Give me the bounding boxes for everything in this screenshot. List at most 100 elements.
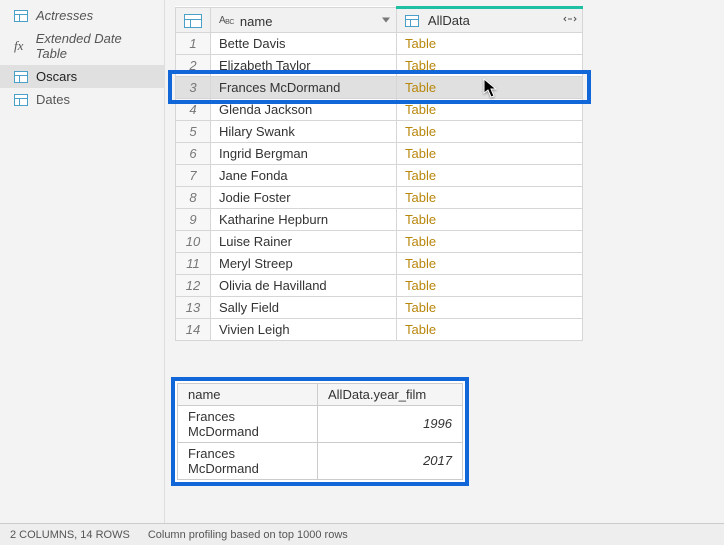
row-index[interactable]: 1 [176,32,211,54]
table-link[interactable]: Table [405,146,436,161]
table-row[interactable]: 8Jodie Foster Table [176,186,583,208]
query-item-actresses[interactable]: Actresses [0,4,164,27]
chevron-down-icon[interactable] [382,17,390,22]
cell-alldata[interactable]: Table [397,120,583,142]
table-row[interactable]: 6Ingrid Bergman Table [176,142,583,164]
cell-alldata[interactable]: Table [397,186,583,208]
row-index[interactable]: 11 [176,252,211,274]
preview-row[interactable]: Frances McDormand2017 [178,442,463,479]
table-row[interactable]: 1Bette Davis Table [176,32,583,54]
table-row[interactable]: 10Luise Rainer Table [176,230,583,252]
table-link[interactable]: Table [405,168,436,183]
table-icon [14,10,28,22]
cell-name[interactable]: Bette Davis [211,32,397,54]
row-index[interactable]: 8 [176,186,211,208]
cell-alldata[interactable]: Table [397,76,583,98]
row-index[interactable]: 10 [176,230,211,252]
cell-name[interactable]: Olivia de Havilland [211,274,397,296]
row-index[interactable]: 13 [176,296,211,318]
table-icon [405,15,419,27]
table-link[interactable]: Table [405,190,436,205]
cell-name[interactable]: Vivien Leigh [211,318,397,340]
text-type-icon [219,16,234,26]
cell-name[interactable]: Katharine Hepburn [211,208,397,230]
query-label: Extended Date Table [36,31,154,61]
preview-table[interactable]: name AllData.year_film Frances McDormand… [177,383,463,480]
table-link[interactable]: Table [405,58,436,73]
cell-alldata[interactable]: Table [397,164,583,186]
table-link[interactable]: Table [405,300,436,315]
query-item-oscars[interactable]: Oscars [0,65,164,88]
cell-alldata[interactable]: Table [397,318,583,340]
table-row[interactable]: 2Elizabeth Taylor Table [176,54,583,76]
cell-name[interactable]: Jane Fonda [211,164,397,186]
column-header-name[interactable]: name [211,8,397,33]
table-link[interactable]: Table [405,102,436,117]
query-label: Actresses [36,8,93,23]
table-link[interactable]: Table [405,212,436,227]
status-bar: 2 COLUMNS, 14 ROWS Column profiling base… [0,523,724,545]
row-index[interactable]: 4 [176,98,211,120]
table-icon [14,94,28,106]
table-link[interactable]: Table [405,322,436,337]
column-header-alldata[interactable]: AllData [397,8,583,33]
table-link[interactable]: Table [405,234,436,249]
table-row[interactable]: 11Meryl Streep Table [176,252,583,274]
preview-cell-name[interactable]: Frances McDormand [178,405,318,442]
main-area: name AllData 1Bette DavisTable2Elizabeth… [165,0,724,523]
row-index[interactable]: 12 [176,274,211,296]
cell-alldata[interactable]: Table [397,32,583,54]
cell-alldata[interactable]: Table [397,54,583,76]
cell-name[interactable]: Glenda Jackson [211,98,397,120]
cell-name[interactable]: Sally Field [211,296,397,318]
fx-icon: fx [14,38,28,54]
row-index[interactable]: 6 [176,142,211,164]
cell-name[interactable]: Luise Rainer [211,230,397,252]
cell-alldata[interactable]: Table [397,252,583,274]
data-grid[interactable]: name AllData 1Bette DavisTable2Elizabeth… [175,6,583,341]
table-link[interactable]: Table [405,256,436,271]
table-link[interactable]: Table [405,124,436,139]
preview-row[interactable]: Frances McDormand1996 [178,405,463,442]
cell-name[interactable]: Ingrid Bergman [211,142,397,164]
cell-alldata[interactable]: Table [397,230,583,252]
cell-name[interactable]: Meryl Streep [211,252,397,274]
query-item-dates[interactable]: Dates [0,88,164,111]
table-link[interactable]: Table [405,80,436,95]
table-row[interactable]: 12Olivia de Havilland Table [176,274,583,296]
row-index[interactable]: 9 [176,208,211,230]
cell-alldata[interactable]: Table [397,98,583,120]
preview-header-name[interactable]: name [178,383,318,405]
preview-cell-name[interactable]: Frances McDormand [178,442,318,479]
query-item-extended-date-table[interactable]: fx Extended Date Table [0,27,164,65]
cell-alldata[interactable]: Table [397,296,583,318]
row-index[interactable]: 5 [176,120,211,142]
table-row[interactable]: 14Vivien Leigh Table [176,318,583,340]
grid-corner[interactable] [176,8,211,33]
row-index[interactable]: 2 [176,54,211,76]
preview-cell-year[interactable]: 2017 [318,442,463,479]
preview-header-year[interactable]: AllData.year_film [318,383,463,405]
row-index[interactable]: 14 [176,318,211,340]
table-row[interactable]: 3Frances McDormand Table [176,76,583,98]
table-link[interactable]: Table [405,278,436,293]
table-row[interactable]: 4Glenda Jackson Table [176,98,583,120]
status-profiling: Column profiling based on top 1000 rows [148,529,348,541]
preview-cell-year[interactable]: 1996 [318,405,463,442]
cell-alldata[interactable]: Table [397,142,583,164]
table-row[interactable]: 7Jane Fonda Table [176,164,583,186]
table-link[interactable]: Table [405,36,436,51]
cell-alldata[interactable]: Table [397,274,583,296]
cell-alldata[interactable]: Table [397,208,583,230]
queries-sidebar: Actresses fx Extended Date Table Oscars … [0,0,165,523]
expand-icon[interactable] [563,14,577,26]
table-row[interactable]: 9Katharine Hepburn Table [176,208,583,230]
cell-name[interactable]: Jodie Foster [211,186,397,208]
cell-name[interactable]: Frances McDormand [211,76,397,98]
row-index[interactable]: 7 [176,164,211,186]
cell-name[interactable]: Elizabeth Taylor [211,54,397,76]
cell-name[interactable]: Hilary Swank [211,120,397,142]
table-row[interactable]: 5Hilary Swank Table [176,120,583,142]
table-row[interactable]: 13Sally Field Table [176,296,583,318]
row-index[interactable]: 3 [176,76,211,98]
